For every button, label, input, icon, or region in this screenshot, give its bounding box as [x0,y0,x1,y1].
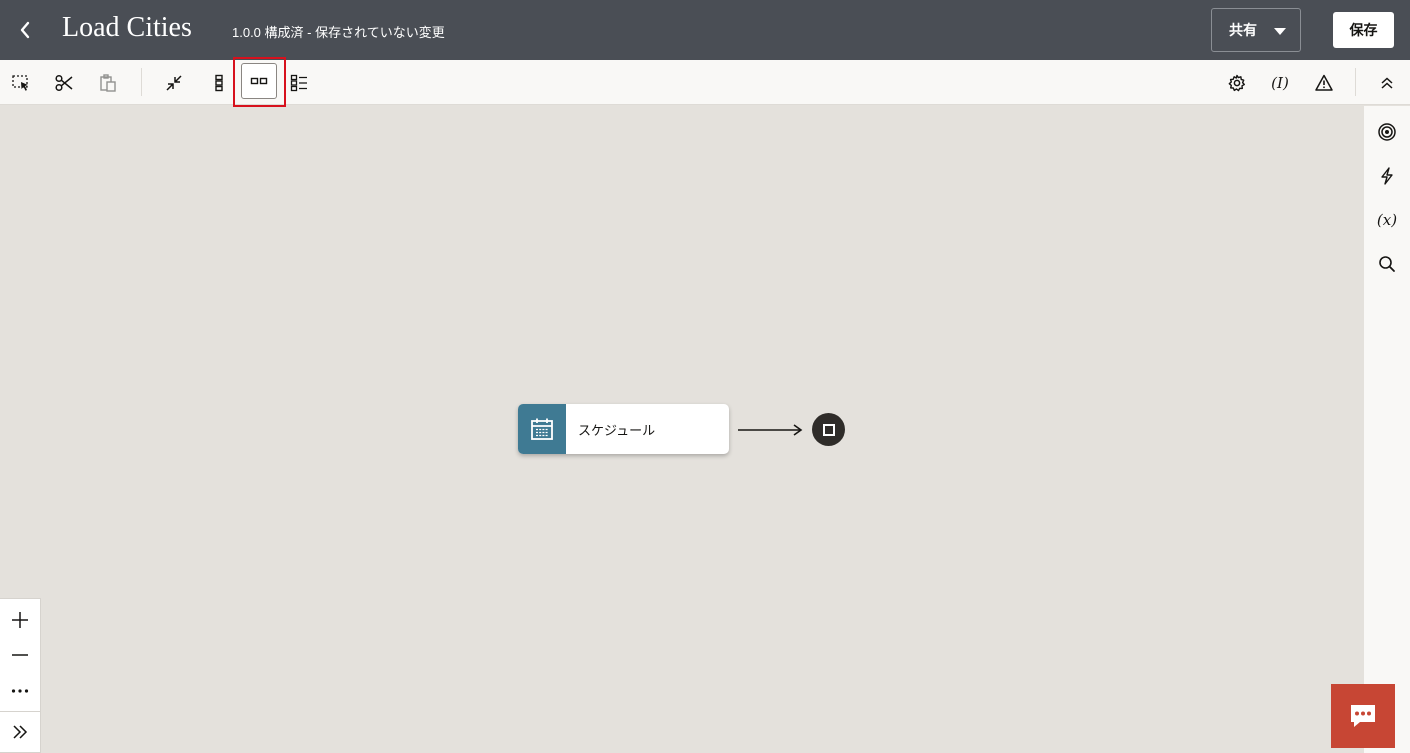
vertical-layout-button[interactable] [201,66,237,100]
toolbar-divider [1355,68,1356,96]
integration-properties-icon: (I) [1271,74,1289,92]
actions-button[interactable] [1372,161,1402,191]
toolbar-divider [141,68,142,96]
node-label: スケジュール [578,422,656,438]
warning-icon [1315,74,1333,91]
schedule-node[interactable]: スケジュール [518,404,729,454]
canvas-toolbar: (I) [0,60,1410,105]
connector-arrow [738,424,803,436]
expand-button[interactable] [0,714,40,750]
app-header: Load Cities 1.0.0 構成済 - 保存されていない変更 共有 保存 [0,0,1410,60]
variable-icon: (x) [1376,211,1398,229]
status-subtitle: 1.0.0 構成済 - 保存されていない変更 [232,25,445,40]
horizontal-layout-frame [241,63,277,99]
horizontal-layout-icon [250,77,268,85]
stop-icon [822,423,835,436]
node-icon-tile [518,404,566,454]
more-icon [11,689,29,693]
chevron-up-icon [1381,77,1393,89]
collapse-toolbar-button[interactable] [1369,66,1405,100]
expand-icon [13,725,28,739]
more-button[interactable] [0,673,40,709]
cut-icon [55,74,73,92]
cut-button[interactable] [46,66,82,100]
paste-button[interactable] [90,66,126,100]
target-icon [1378,123,1396,141]
search-button[interactable] [1372,249,1402,279]
save-button[interactable]: 保存 [1333,12,1394,48]
calendar-icon [531,418,553,440]
select-icon [12,75,28,91]
integration-properties-button[interactable]: (I) [1262,66,1298,100]
chat-icon [1351,705,1375,727]
zoom-divider [0,711,40,712]
card-layout-icon [290,74,307,92]
zoom-out-icon [12,654,28,656]
end-node[interactable] [812,413,845,446]
card-layout-button[interactable] [281,66,317,100]
settings-button[interactable] [1219,66,1255,100]
select-button[interactable] [3,66,39,100]
share-button-label: 共有 [1229,22,1257,38]
collapse-button[interactable] [156,66,192,100]
variables-button[interactable]: (x) [1372,205,1402,235]
zoom-out-button[interactable] [0,637,40,673]
zoom-in-icon [12,612,28,628]
paste-icon [100,74,116,92]
zoom-controls [0,598,41,753]
collapse-icon [166,75,182,91]
chevron-left-icon [20,21,30,39]
warnings-button[interactable] [1306,66,1342,100]
vertical-layout-icon [215,74,223,92]
zoom-in-button[interactable] [0,602,40,638]
back-button[interactable] [12,14,38,46]
lightning-icon [1381,167,1393,185]
share-dropdown-button[interactable]: 共有 [1211,8,1301,52]
search-icon [1379,256,1395,272]
horizontal-layout-button[interactable] [241,63,277,99]
caret-down-icon [1274,28,1286,35]
page-title: Load Cities [62,12,192,43]
right-rail: (x) [1364,106,1410,753]
gear-icon [1228,74,1245,92]
target-button[interactable] [1372,117,1402,147]
chat-button[interactable] [1331,684,1395,748]
